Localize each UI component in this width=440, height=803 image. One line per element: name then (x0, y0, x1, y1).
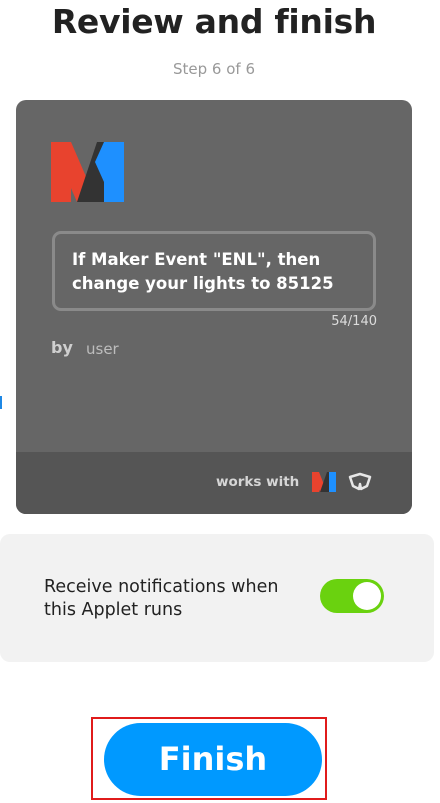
edge-marker (0, 396, 2, 409)
step-indicator: Step 6 of 6 (172, 60, 255, 78)
maker-webhooks-logo-icon (51, 142, 124, 202)
applet-title-text: If Maker Event "ENL", then change your l… (72, 250, 334, 293)
maker-webhooks-small-icon (312, 472, 336, 492)
works-with-label: works with (216, 474, 300, 490)
character-counter: 54/140 (331, 314, 377, 329)
applet-preview-card: If Maker Event "ENL", then change your l… (16, 100, 412, 514)
notification-toggle[interactable] (320, 579, 384, 613)
page-title: Review and finish (51, 2, 377, 41)
notification-label: Receive notifications when this Applet r… (44, 577, 279, 620)
author-name: user (86, 340, 119, 358)
notification-settings-panel: Receive notifications when this Applet r… (0, 534, 434, 662)
finish-button[interactable]: Finish (104, 723, 322, 796)
applet-title-field[interactable]: If Maker Event "ENL", then change your l… (52, 231, 376, 311)
yeelight-icon (348, 472, 372, 491)
toggle-knob (353, 582, 381, 610)
by-label: by (51, 338, 73, 357)
